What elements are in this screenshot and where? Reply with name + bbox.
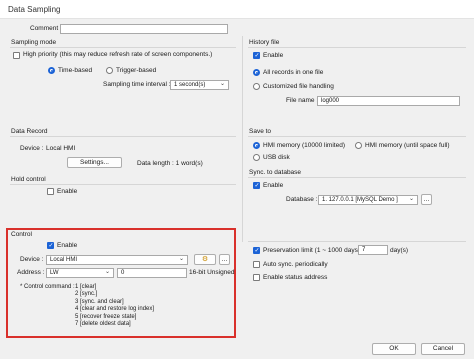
divider	[10, 184, 236, 185]
comment-label: Comment :	[30, 25, 62, 32]
data-length-text: Data length : 1 word(s)	[137, 160, 203, 167]
divider	[10, 47, 236, 48]
title-bar: Data Sampling	[0, 0, 474, 19]
ok-button[interactable]: OK	[372, 343, 416, 355]
address-browse-button[interactable]: …	[219, 254, 230, 265]
interval-value: 1 second(s)	[174, 82, 206, 88]
interval-label: Sampling time interval :	[103, 81, 171, 88]
divider	[10, 136, 236, 137]
chevron-down-icon: ⌄	[104, 269, 110, 275]
comment-input[interactable]	[60, 24, 228, 34]
trigger-based-radio[interactable]	[106, 67, 113, 74]
device-settings-button[interactable]: ⚙	[194, 254, 216, 265]
hmi-full-radio[interactable]	[355, 142, 362, 149]
preservation-input[interactable]: 7	[358, 245, 388, 255]
auto-sync-label: Auto sync. periodically	[263, 261, 328, 268]
command-item: 7 [delete oldest data]	[75, 321, 131, 328]
trigger-based-label: Trigger-based	[116, 67, 157, 74]
usb-disk-label: USB disk	[263, 154, 290, 161]
command-item: 4 [clear and restore log index]	[75, 306, 155, 313]
ellipsis-icon: …	[423, 196, 430, 203]
history-enable-checkbox[interactable]	[253, 52, 260, 60]
save-to-heading: Save to	[249, 128, 272, 135]
control-enable-checkbox[interactable]	[47, 242, 54, 250]
history-file-heading: History file	[249, 39, 280, 46]
settings-icon: ⚙	[201, 256, 209, 263]
control-heading: Control	[11, 231, 32, 238]
interval-select[interactable]: 1 second(s) ⌄	[170, 80, 229, 90]
all-records-label: All records in one file	[263, 69, 324, 76]
hold-control-heading: Hold control	[11, 176, 46, 183]
command-item: 2 [sync.]	[75, 291, 98, 298]
data-record-heading: Data Record	[11, 128, 48, 135]
divider	[248, 136, 466, 137]
all-records-radio[interactable]	[253, 69, 260, 76]
hmi-limited-radio[interactable]	[253, 142, 260, 149]
window-title: Data Sampling	[8, 5, 61, 14]
database-label: Database :	[286, 196, 318, 203]
customized-label: Customized file handling	[263, 83, 334, 90]
divider	[248, 177, 466, 178]
database-browse-button[interactable]: …	[421, 194, 432, 205]
preservation-checkbox[interactable]	[253, 247, 260, 255]
high-priority-label: High priority (this may reduce refresh r…	[23, 51, 213, 58]
column-divider	[242, 36, 243, 242]
record-device-label: Device :	[20, 145, 44, 152]
file-name-input[interactable]: log000	[317, 96, 460, 106]
control-device-value: Local HMI	[50, 257, 78, 263]
divider	[248, 241, 466, 242]
control-device-select[interactable]: Local HMI ⌄	[46, 255, 188, 265]
ellipsis-icon: …	[221, 256, 228, 263]
control-enable-label: Enable	[57, 242, 78, 249]
history-enable-label: Enable	[263, 52, 284, 59]
address-label: Address :	[17, 269, 45, 276]
chevron-down-icon: ⌄	[219, 81, 225, 87]
settings-button[interactable]: Settings...	[67, 157, 122, 168]
address-input[interactable]: 0	[117, 268, 187, 278]
command-item: 5 [recover freeze state]	[75, 313, 137, 320]
sync-db-heading: Sync. to database	[249, 169, 302, 176]
usb-disk-radio[interactable]	[253, 154, 260, 161]
hmi-limited-label: HMI memory (10000 limited)	[263, 142, 345, 149]
hold-enable-checkbox[interactable]	[47, 188, 54, 195]
chevron-down-icon: ⌄	[178, 256, 184, 262]
time-based-radio[interactable]	[48, 67, 55, 74]
address-format: 16-bit Unsigned	[189, 269, 235, 276]
database-select[interactable]: 1. 127.0.0.1 [MySQL Demo ] ⌄	[318, 195, 418, 205]
sync-enable-checkbox[interactable]	[253, 182, 260, 190]
preservation-unit: day(s)	[390, 247, 409, 254]
status-address-label: Enable status address	[263, 274, 328, 281]
chevron-down-icon: ⌄	[408, 196, 414, 202]
cancel-button[interactable]: Cancel	[421, 343, 465, 355]
divider	[248, 47, 466, 48]
hold-enable-label: Enable	[57, 188, 78, 195]
auto-sync-checkbox[interactable]	[253, 261, 260, 268]
preservation-label: Preservation limit (1 ~ 1000 days)	[263, 247, 361, 254]
hmi-full-label: HMI memory (until space full)	[365, 142, 450, 149]
address-type-value: LW	[50, 270, 59, 276]
sync-enable-label: Enable	[263, 182, 284, 189]
control-command-title: * Control command :	[20, 284, 75, 290]
control-command-list: 1 [clear] 2 [sync.] 3 [sync. and clear] …	[75, 284, 154, 328]
record-device-value: Local HMI	[46, 145, 76, 152]
time-based-label: Time-based	[58, 67, 93, 74]
customized-radio[interactable]	[253, 83, 260, 90]
file-name-label: File name :	[286, 97, 319, 104]
command-item: 1 [clear]	[75, 284, 97, 290]
high-priority-checkbox[interactable]	[13, 52, 20, 59]
address-type-select[interactable]: LW ⌄	[46, 268, 114, 278]
control-device-label: Device :	[20, 256, 44, 263]
command-item: 3 [sync. and clear]	[75, 298, 124, 305]
status-address-checkbox[interactable]	[253, 274, 260, 281]
database-value: 1. 127.0.0.1 [MySQL Demo ]	[322, 197, 398, 203]
sampling-mode-heading: Sampling mode	[11, 39, 57, 46]
